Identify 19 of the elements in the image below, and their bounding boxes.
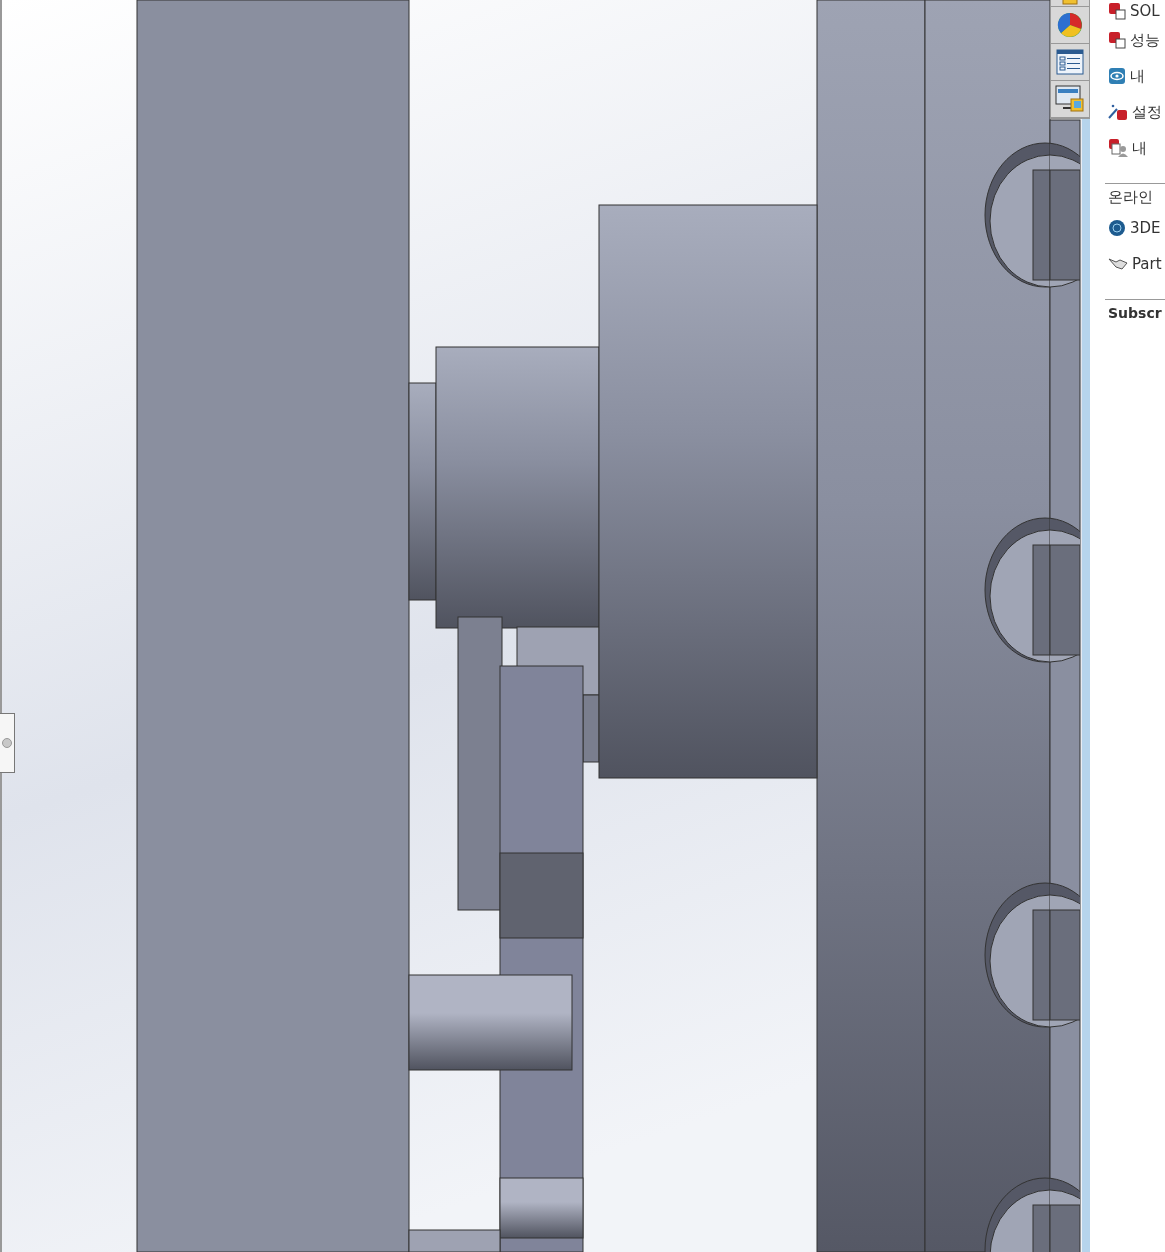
person-icon (1108, 138, 1128, 158)
section-title: 온라인 (1108, 188, 1154, 208)
display-icon[interactable] (1055, 85, 1085, 113)
online-link[interactable]: 3DE (1130, 219, 1161, 237)
online-link[interactable]: Part (1132, 255, 1162, 273)
resource-link[interactable]: 성능 (1130, 30, 1160, 50)
resource-link[interactable]: SOL (1130, 2, 1160, 20)
appearance-icon[interactable] (1056, 11, 1084, 39)
box-icon (1108, 31, 1126, 49)
resource-link[interactable]: 설정 (1132, 102, 1162, 122)
resource-link[interactable]: 내 (1130, 66, 1145, 86)
handshake-icon (1108, 257, 1128, 271)
eye-icon (1108, 67, 1126, 85)
resource-link[interactable]: 내 (1132, 138, 1147, 158)
list-icon[interactable] (1056, 49, 1084, 75)
wand-icon (1108, 103, 1128, 121)
section-title: Subscr (1108, 305, 1163, 321)
globe-icon (1108, 219, 1126, 237)
panel-handle[interactable] (0, 713, 15, 773)
